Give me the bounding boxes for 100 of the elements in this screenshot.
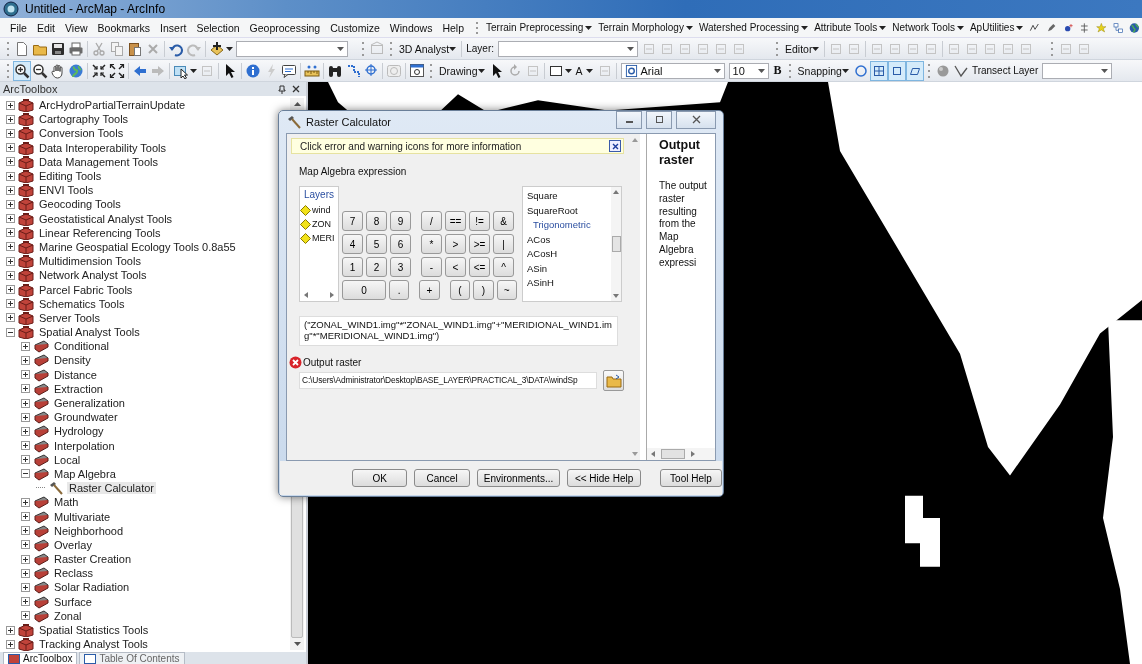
tree-item[interactable]: Geostatistical Analyst Tools [37,212,175,225]
expand-icon[interactable] [6,228,15,238]
tree-item[interactable]: Tracking Analyst Tools [37,638,150,651]
expand-icon[interactable] [21,341,30,351]
expand-icon[interactable] [6,143,15,153]
expand-icon[interactable] [6,313,15,323]
tree-item[interactable]: Parcel Fabric Tools [37,283,135,296]
tree-item[interactable]: Overlay [52,538,94,551]
menu-item[interactable]: Insert [156,21,191,34]
layer-item[interactable]: ZON [312,219,331,229]
tree-item[interactable]: Generalization [52,397,127,410]
calculator-key[interactable]: ( [449,280,471,300]
tree-item[interactable]: Zonal [52,609,84,622]
calculator-key[interactable]: 5 [366,234,387,254]
dialog-button[interactable]: Environments... [476,469,561,487]
tree-item[interactable]: Interpolation [52,439,117,452]
expand-icon[interactable] [21,355,30,365]
expand-icon[interactable] [6,256,15,266]
menu-item[interactable]: Windows [385,21,437,34]
expand-icon[interactable] [6,199,15,209]
calculator-key[interactable]: 3 [390,257,411,277]
expand-icon[interactable] [21,540,30,550]
calculator-key[interactable]: 4 [342,234,363,254]
expand-icon[interactable] [21,582,30,592]
expand-icon[interactable] [21,568,30,578]
toolbar-menu[interactable]: 3D Analyst [396,42,460,55]
scroll-right-icon[interactable] [330,292,334,298]
expand-icon[interactable] [6,157,15,167]
toolbar-grip[interactable] [926,61,931,80]
toolbar-menu[interactable]: Attribute Tools [812,22,889,33]
toolbar-grip[interactable] [361,39,365,58]
tree-item[interactable]: Spatial Statistics Tools [37,624,151,637]
expand-icon[interactable] [21,370,30,380]
menu-item[interactable]: Customize [326,21,384,34]
calculator-key[interactable]: > [445,234,466,254]
menu-item[interactable]: View [61,21,92,34]
tree-item[interactable]: Linear Referencing Tools [37,226,163,239]
tree-item[interactable]: Multivariate [52,510,113,523]
collapse-icon[interactable] [21,469,30,479]
layer-item[interactable]: wind [312,205,331,215]
scroll-thumb[interactable] [611,236,621,252]
toolbar-menu[interactable]: Terrain Preprocessing [484,22,595,33]
toolbar-grip[interactable] [6,39,10,58]
toolbar-grip[interactable] [389,39,393,58]
menu-item[interactable]: Edit [32,21,59,34]
tree-item[interactable]: ENVI Tools [37,184,96,197]
toolbar-grip[interactable] [775,39,779,58]
expand-icon[interactable] [6,242,15,252]
tree-item[interactable]: Extraction [52,382,105,395]
toolbar-menu[interactable]: Editor [782,42,823,55]
tree-item[interactable]: Data Interoperability Tools [37,141,168,154]
scrollbar[interactable] [647,448,715,460]
calculator-key[interactable]: * [421,234,442,254]
expand-icon[interactable] [6,625,15,635]
tree-item[interactable]: Conditional [52,340,112,353]
expand-icon[interactable] [21,611,30,621]
snapping-toggle[interactable] [869,60,888,81]
expand-icon[interactable] [21,554,30,564]
function-item[interactable]: ACosH [527,248,611,261]
toolbar-menu[interactable]: Network Tools [890,22,966,33]
browse-button[interactable] [603,370,624,391]
menu-item[interactable]: Geoprocessing [245,21,325,34]
tree-item[interactable]: Cartography Tools [37,113,131,126]
tree-item[interactable]: Schematics Tools [37,297,127,310]
calculator-key[interactable]: <= [469,257,490,277]
maximize-button[interactable] [646,110,672,129]
tree-item[interactable]: Geocoding Tools [37,198,123,211]
scrollbar[interactable] [611,187,621,301]
tree-item[interactable]: Raster Calculator [67,482,156,495]
tree-item[interactable]: ArcHydroPartialTerrainUpdate [37,99,188,112]
expand-icon[interactable] [6,100,15,110]
toolbar-grip[interactable] [6,61,10,80]
tree-item[interactable]: Network Analyst Tools [37,269,149,282]
tree-item[interactable]: Server Tools [37,311,102,324]
expand-icon[interactable] [21,455,30,465]
output-path-field[interactable]: C:\Users\Administrator\Desktop\BASE_LAYER\PRACTICAL_3\DATA\windSp [299,372,597,389]
toolbar-grip[interactable] [1050,39,1055,58]
toolbar-grip[interactable] [787,61,792,80]
calculator-key[interactable]: ^ [493,257,514,277]
snapping-toggle[interactable] [887,60,906,81]
calculator-key[interactable]: ) [473,280,494,300]
calculator-key[interactable]: 1 [342,257,363,277]
calculator-key[interactable]: 2 [366,257,387,277]
dialog-button[interactable]: << Hide Help [567,469,641,487]
scroll-right-icon[interactable] [691,451,695,457]
close-button[interactable] [676,110,716,129]
calculator-key[interactable]: >= [469,234,490,254]
calculator-key[interactable]: == [445,211,466,231]
bold-button[interactable]: B [770,63,785,78]
close-button[interactable] [609,140,621,152]
toolbar-button[interactable] [13,60,31,81]
dialog-button[interactable]: Cancel [414,469,470,487]
expand-icon[interactable] [6,299,15,309]
function-item[interactable]: ASin [527,262,611,275]
function-item[interactable]: Square [527,190,611,203]
collapse-icon[interactable] [6,327,15,337]
menu-item[interactable]: Bookmarks [93,21,155,34]
toolbar-grip[interactable] [475,19,480,36]
close-icon[interactable] [292,85,300,93]
toolbar-grip[interactable] [429,61,433,80]
